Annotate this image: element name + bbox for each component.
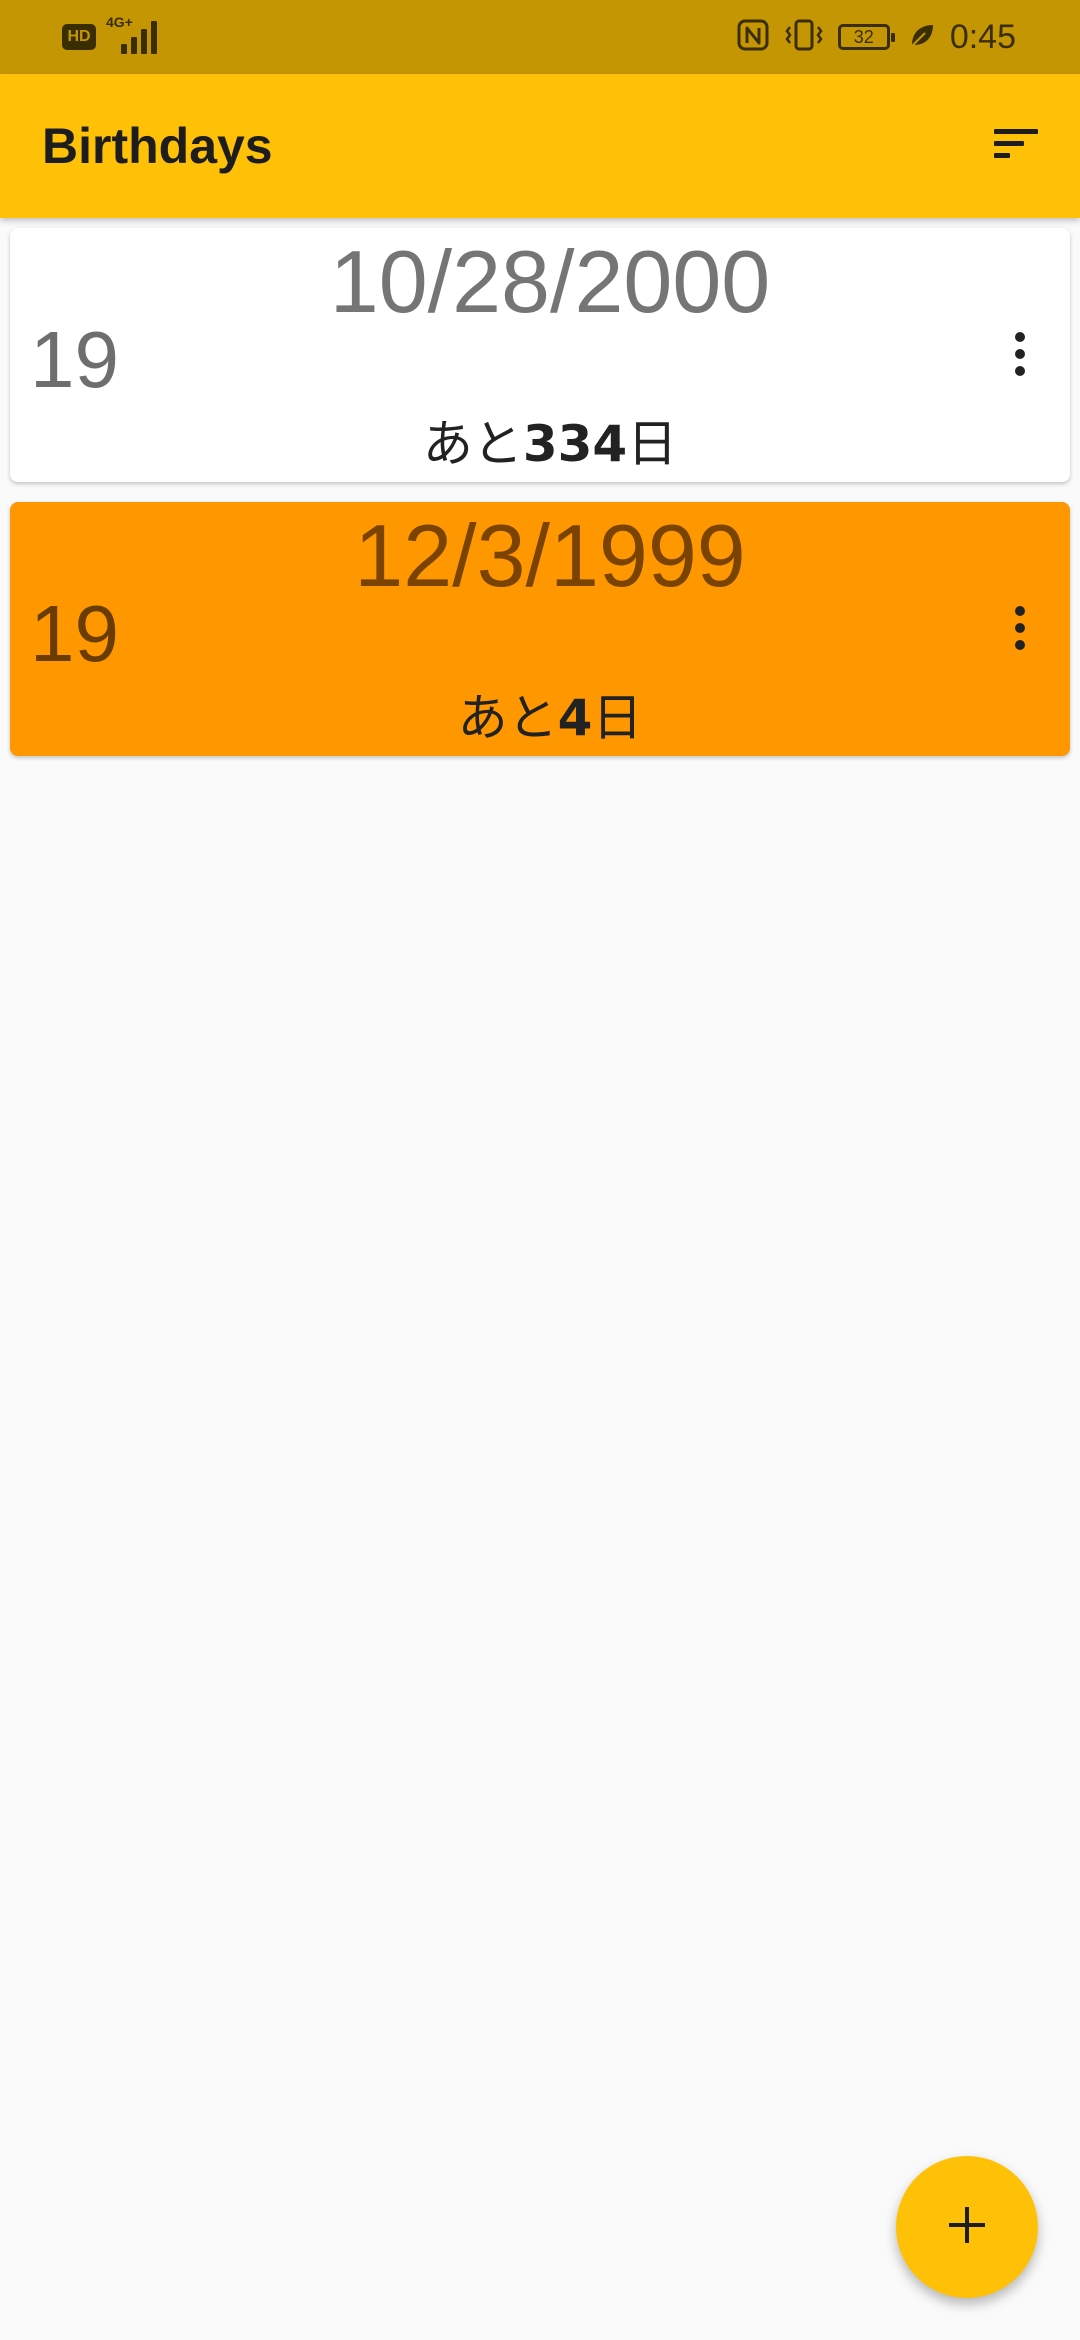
vibrate-icon <box>784 18 824 57</box>
sort-icon <box>992 124 1040 168</box>
days-remaining-suffix: 日 <box>592 689 643 747</box>
birthday-age: 19 <box>30 589 119 678</box>
birthday-card[interactable]: 12/3/1999 19 あと4日 <box>10 502 1070 756</box>
status-bar: HD 4G+ 32 0:45 <box>0 0 1080 74</box>
status-bar-left: HD 4G+ <box>62 14 157 58</box>
days-remaining: あと334日 <box>10 414 1070 474</box>
signal-icon <box>120 20 157 54</box>
more-options-button[interactable] <box>990 324 1050 384</box>
nfc-icon <box>736 18 770 57</box>
more-vert-icon <box>1015 606 1025 616</box>
add-icon <box>945 2203 989 2251</box>
days-remaining-prefix: あと <box>457 689 558 747</box>
page-title: Birthdays <box>42 118 273 174</box>
sort-button[interactable] <box>978 108 1054 184</box>
more-options-button[interactable] <box>990 598 1050 658</box>
days-remaining-count: 4 <box>557 689 593 747</box>
birthday-date: 10/28/2000 <box>329 232 771 331</box>
days-remaining-count: 334 <box>522 415 628 473</box>
days-remaining: あと4日 <box>10 688 1070 748</box>
battery-icon: 32 <box>837 24 895 50</box>
more-vert-icon <box>1015 332 1025 342</box>
days-remaining-suffix: 日 <box>627 415 678 473</box>
birthday-date: 12/3/1999 <box>354 506 746 605</box>
days-remaining-prefix: あと <box>422 415 523 473</box>
birthday-card[interactable]: 10/28/2000 19 あと334日 <box>10 228 1070 482</box>
more-vert-icon-dot <box>1015 623 1025 633</box>
clock: 0:45 <box>949 17 1016 56</box>
more-vert-icon-dot <box>1015 349 1025 359</box>
more-vert-icon-dot <box>1015 366 1025 376</box>
status-bar-right: 32 0:45 <box>736 14 1016 60</box>
more-vert-icon-dot <box>1015 640 1025 650</box>
birthday-age: 19 <box>30 315 119 404</box>
add-birthday-button[interactable] <box>896 2156 1038 2298</box>
hd-icon: HD <box>62 24 96 50</box>
leaf-icon <box>908 21 936 54</box>
app-bar: Birthdays <box>0 74 1080 218</box>
